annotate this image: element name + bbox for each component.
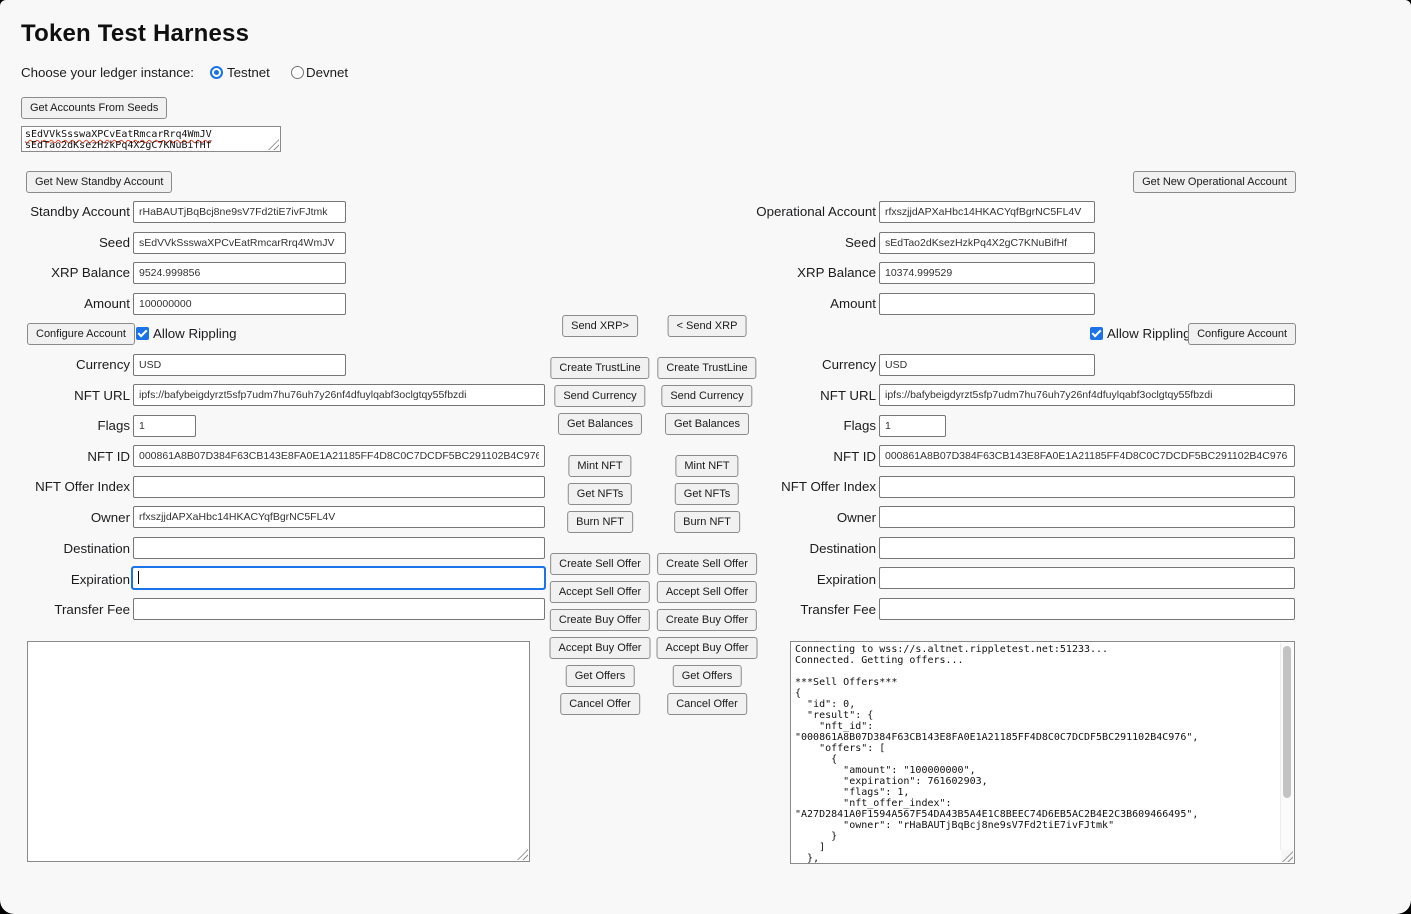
- operational-results-textarea[interactable]: Connecting to wss://s.altnet.rippletest.…: [790, 641, 1295, 864]
- devnet-radio-label[interactable]: Devnet: [306, 65, 348, 80]
- standby-results-textarea[interactable]: [27, 641, 530, 862]
- operational-seed-input[interactable]: [879, 232, 1095, 254]
- standby-owner-input[interactable]: [133, 506, 545, 528]
- standby-amount-input[interactable]: [133, 293, 346, 315]
- devnet-radio[interactable]: [291, 66, 304, 79]
- standby-create-trustline-button[interactable]: Create TrustLine: [550, 357, 649, 379]
- standby-transfer-fee-input[interactable]: [133, 598, 545, 620]
- get-accounts-from-seeds-button[interactable]: Get Accounts From Seeds: [21, 97, 167, 119]
- operational-nft-id-input[interactable]: [879, 445, 1295, 467]
- operational-expiration-input[interactable]: [879, 567, 1295, 589]
- standby-nft-offer-index-label: NFT Offer Index: [0, 479, 130, 494]
- operational-allow-rippling-checkbox[interactable]: [1090, 327, 1103, 340]
- operational-destination-input[interactable]: [879, 537, 1295, 559]
- operational-nft-offer-index-label: NFT Offer Index: [646, 479, 876, 494]
- operational-nft-id-label: NFT ID: [646, 449, 876, 464]
- testnet-radio-label[interactable]: Testnet: [227, 65, 270, 80]
- operational-account-label: Operational Account: [646, 204, 876, 219]
- operational-nft-url-input[interactable]: [879, 384, 1295, 406]
- standby-destination-input[interactable]: [133, 537, 545, 559]
- standby-account-label: Standby Account: [0, 204, 130, 219]
- operational-expiration-label: Expiration: [646, 572, 876, 587]
- operational-xrp-balance-label: XRP Balance: [646, 265, 876, 280]
- standby-nft-url-input[interactable]: [133, 384, 545, 406]
- operational-owner-input[interactable]: [879, 506, 1295, 528]
- standby-allow-rippling-label[interactable]: Allow Rippling: [153, 326, 237, 341]
- standby-accept-sell-offer-button[interactable]: Accept Sell Offer: [550, 581, 650, 603]
- scrollbar-track[interactable]: [1280, 643, 1293, 850]
- operational-nft-url-label: NFT URL: [646, 388, 876, 403]
- standby-burn-nft-button[interactable]: Burn NFT: [567, 511, 633, 533]
- operational-cancel-offer-button[interactable]: Cancel Offer: [667, 693, 747, 715]
- standby-configure-account-button[interactable]: Configure Account: [27, 323, 135, 345]
- send-xrp-to-operational-button[interactable]: Send XRP>: [562, 315, 638, 337]
- standby-seed-input[interactable]: [133, 232, 346, 254]
- operational-currency-input[interactable]: [879, 354, 1095, 376]
- operational-account-input[interactable]: [879, 201, 1095, 223]
- testnet-radio[interactable]: [210, 66, 223, 79]
- standby-cancel-offer-button[interactable]: Cancel Offer: [560, 693, 640, 715]
- seed-line-2: sEdTao2dKsezHzkPq4X2gC7KNuBifHf: [25, 140, 277, 151]
- operational-currency-label: Currency: [646, 357, 876, 372]
- token-test-harness-page: Token Test Harness Choose your ledger in…: [0, 0, 1411, 914]
- radio-dot-icon: [214, 70, 219, 75]
- operational-nft-offer-index-input[interactable]: [879, 476, 1295, 498]
- standby-xrp-balance-input[interactable]: [133, 262, 346, 284]
- operational-configure-account-button[interactable]: Configure Account: [1188, 323, 1296, 345]
- standby-amount-label: Amount: [0, 296, 130, 311]
- operational-flags-input[interactable]: [879, 415, 946, 437]
- operational-transfer-fee-input[interactable]: [879, 598, 1295, 620]
- standby-seed-label: Seed: [0, 235, 130, 250]
- seed-line-1: sEdVVkSsswaXPCvEatRmcarRrq4WmJV: [25, 129, 277, 140]
- send-xrp-to-standby-button[interactable]: < Send XRP: [668, 315, 747, 337]
- standby-get-balances-button[interactable]: Get Balances: [558, 413, 642, 435]
- standby-nft-url-label: NFT URL: [0, 388, 130, 403]
- get-new-standby-account-button[interactable]: Get New Standby Account: [26, 171, 172, 193]
- operational-amount-input[interactable]: [879, 293, 1095, 315]
- operational-owner-label: Owner: [646, 510, 876, 525]
- ledger-instance-label: Choose your ledger instance:: [21, 65, 194, 80]
- operational-transfer-fee-label: Transfer Fee: [646, 602, 876, 617]
- operational-flags-label: Flags: [646, 418, 876, 433]
- standby-flags-input[interactable]: [133, 415, 196, 437]
- standby-destination-label: Destination: [0, 541, 130, 556]
- operational-get-offers-button[interactable]: Get Offers: [673, 665, 742, 687]
- standby-get-nfts-button[interactable]: Get NFTs: [568, 483, 632, 505]
- standby-xrp-balance-label: XRP Balance: [0, 265, 130, 280]
- standby-send-currency-button[interactable]: Send Currency: [554, 385, 645, 407]
- seeds-textarea[interactable]: sEdVVkSsswaXPCvEatRmcarRrq4WmJV sEdTao2d…: [21, 126, 281, 152]
- standby-expiration-input[interactable]: [132, 567, 545, 589]
- standby-create-sell-offer-button[interactable]: Create Sell Offer: [550, 553, 650, 575]
- operational-destination-label: Destination: [646, 541, 876, 556]
- standby-accept-buy-offer-button[interactable]: Accept Buy Offer: [550, 637, 651, 659]
- get-new-operational-account-button[interactable]: Get New Operational Account: [1133, 171, 1296, 193]
- standby-flags-label: Flags: [0, 418, 130, 433]
- standby-account-input[interactable]: [133, 201, 346, 223]
- operational-accept-buy-offer-button[interactable]: Accept Buy Offer: [657, 637, 758, 659]
- scrollbar-thumb[interactable]: [1283, 646, 1291, 798]
- standby-currency-input[interactable]: [133, 354, 346, 376]
- operational-amount-label: Amount: [646, 296, 876, 311]
- operational-seed-label: Seed: [646, 235, 876, 250]
- operational-xrp-balance-input[interactable]: [879, 262, 1095, 284]
- standby-mint-nft-button[interactable]: Mint NFT: [568, 455, 631, 477]
- standby-create-buy-offer-button[interactable]: Create Buy Offer: [550, 609, 650, 631]
- standby-allow-rippling-checkbox[interactable]: [136, 327, 149, 340]
- standby-transfer-fee-label: Transfer Fee: [0, 602, 130, 617]
- standby-currency-label: Currency: [0, 357, 130, 372]
- standby-expiration-label: Expiration: [0, 572, 130, 587]
- operational-allow-rippling-label[interactable]: Allow Rippling: [1107, 326, 1191, 341]
- standby-nft-offer-index-input[interactable]: [133, 476, 545, 498]
- standby-get-offers-button[interactable]: Get Offers: [566, 665, 635, 687]
- page-title: Token Test Harness: [21, 20, 249, 48]
- results-log-text: Connecting to wss://s.altnet.rippletest.…: [791, 642, 1294, 864]
- standby-nft-id-label: NFT ID: [0, 449, 130, 464]
- text-caret: [138, 571, 139, 584]
- standby-owner-label: Owner: [0, 510, 130, 525]
- standby-nft-id-input[interactable]: [133, 445, 545, 467]
